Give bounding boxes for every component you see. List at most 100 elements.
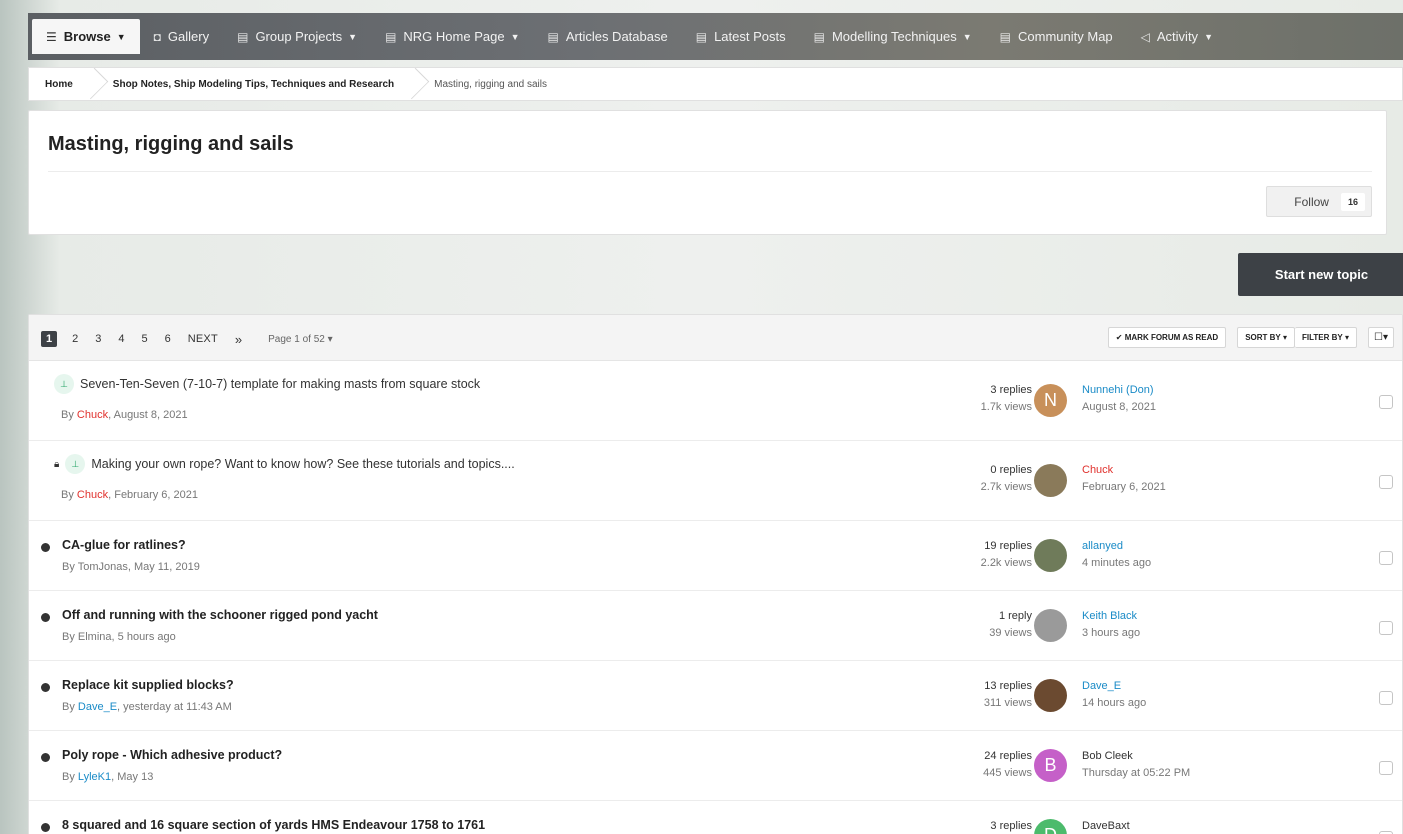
topic-author-link[interactable]: TomJonas	[78, 561, 128, 573]
nav-item-modelling-techniques[interactable]: ▤ Modelling Techniques ▼	[800, 19, 986, 54]
topic-title-link[interactable]: Making your own rope? Want to know how? …	[91, 457, 514, 471]
topic-title-link[interactable]: Off and running with the schooner rigged…	[62, 608, 378, 622]
last-post-info: Dave_E 14 hours ago	[1082, 678, 1146, 712]
last-poster-link[interactable]: allanyed	[1082, 538, 1151, 555]
nav-item-activity[interactable]: ◁ Activity ▼	[1127, 19, 1227, 54]
filter-by-label: FILTER BY	[1302, 333, 1343, 342]
page: ☰ Browse ▼ ◘ Gallery ▤ Group Projects ▼ ▤ NRG Hom…	[16, 0, 1403, 834]
topic-select-checkbox[interactable]	[1379, 551, 1393, 565]
nav-item-label: Gallery	[167, 29, 210, 44]
list-icon: ☰	[46, 29, 57, 44]
avatar-initial: B	[1044, 755, 1057, 775]
topic-row: Replace kit supplied blocks? By Dave_E, y…	[29, 661, 1402, 731]
topic-author-link[interactable]: Elmina	[78, 631, 112, 643]
topic-row: ⊥ Seven-Ten-Seven (7-10-7) template for m…	[29, 361, 1402, 441]
avatar[interactable]	[1034, 679, 1067, 712]
reply-count: 19 replies	[984, 540, 1032, 552]
caret-down-icon: ▼	[510, 31, 520, 42]
last-poster-link[interactable]: Chuck	[1082, 462, 1166, 479]
page-link-5[interactable]: 5	[142, 333, 148, 345]
nav-item-browse[interactable]: ☰ Browse ▼	[32, 19, 140, 54]
topic-title-link[interactable]: CA-glue for ratlines?	[62, 538, 186, 552]
topic-byline: By LyleK1, May 13	[62, 771, 154, 783]
nav-item-group-projects[interactable]: ▤ Group Projects ▼	[223, 19, 371, 54]
next-page-link[interactable]: NEXT	[188, 333, 218, 345]
checkbox-icon: ☐▾	[1374, 332, 1388, 343]
topic-select-checkbox[interactable]	[1379, 761, 1393, 775]
start-new-topic-button[interactable]: Start new topic	[1238, 253, 1403, 296]
topic-select-checkbox[interactable]	[1379, 691, 1393, 705]
last-post-info: Chuck February 6, 2021	[1082, 462, 1166, 496]
reply-count: 3 replies	[990, 820, 1032, 832]
mark-forum-read-button[interactable]: ✔ MARK FORUM AS READ	[1107, 327, 1227, 348]
topic-title: Poly rope - Which adhesive product?	[62, 748, 282, 762]
breadcrumb-parent[interactable]: Shop Notes, Ship Modeling Tips, Techniqu…	[97, 68, 408, 100]
topic-title-link[interactable]: Seven-Ten-Seven (7-10-7) template for ma…	[80, 377, 480, 391]
last-post-info: allanyed 4 minutes ago	[1082, 538, 1151, 572]
last-post-date: 4 minutes ago	[1082, 557, 1152, 569]
filter-by-button[interactable]: FILTER BY ▾	[1295, 327, 1358, 348]
last-page-link[interactable]: »	[235, 332, 242, 347]
topic-select-checkbox[interactable]	[1379, 475, 1393, 489]
topic-stats: 0 replies 2.7k views	[981, 462, 1032, 496]
reply-count: 13 replies	[984, 680, 1032, 692]
avatar[interactable]	[1034, 464, 1067, 497]
view-count: 2.2k views	[980, 557, 1032, 569]
topic-author-link[interactable]: Chuck	[77, 409, 108, 421]
caret-down-icon: ▼	[962, 31, 972, 42]
topic-date: yesterday at 11:43 AM	[123, 701, 232, 713]
page-jump-dropdown[interactable]: Page 1 of 52 ▾	[268, 334, 333, 345]
avatar[interactable]	[1034, 609, 1067, 642]
nav-item-gallery[interactable]: ◘ Gallery	[140, 19, 223, 54]
topic-author-link[interactable]: Chuck	[77, 489, 108, 501]
document-icon: ▤	[813, 29, 825, 44]
select-all-dropdown[interactable]: ☐▾	[1368, 327, 1394, 348]
last-poster-link[interactable]: Keith Black	[1082, 608, 1140, 625]
last-post-info: Nunnehi (Don) August 8, 2021	[1082, 382, 1156, 416]
nav-item-latest-posts[interactable]: ▤ Latest Posts	[682, 19, 800, 54]
page-link-4[interactable]: 4	[118, 333, 124, 345]
nav-item-nrg-home-page[interactable]: ▤ NRG Home Page ▼	[371, 19, 533, 54]
document-icon: ▤	[385, 29, 397, 44]
page-link-3[interactable]: 3	[95, 333, 101, 345]
topic-title: CA-glue for ratlines?	[62, 538, 186, 552]
last-poster-link[interactable]: Dave_E	[1082, 678, 1146, 695]
topic-title-link[interactable]: Replace kit supplied blocks?	[62, 678, 234, 692]
topic-row: Poly rope - Which adhesive product? By Ly…	[29, 731, 1402, 801]
avatar[interactable]: D	[1034, 819, 1067, 834]
avatar[interactable]: N	[1034, 384, 1067, 417]
view-count: 39 views	[989, 627, 1032, 639]
page-link-2[interactable]: 2	[72, 333, 78, 345]
follow-button[interactable]: Follow 16	[1266, 186, 1372, 217]
page-link-6[interactable]: 6	[165, 333, 171, 345]
nav-item-articles-database[interactable]: ▤ Articles Database	[533, 19, 681, 54]
last-poster-link[interactable]: Bob Cleek	[1082, 748, 1190, 765]
topic-title-link[interactable]: Poly rope - Which adhesive product?	[62, 748, 282, 762]
topic-title: Replace kit supplied blocks?	[62, 678, 234, 692]
unread-dot-icon	[41, 683, 50, 692]
topic-stats: 3 replies 1.7k views	[981, 382, 1032, 416]
topic-author-link[interactable]: Dave_E	[78, 701, 117, 713]
topic-row: CA-glue for ratlines? By TomJonas, May 11…	[29, 521, 1402, 591]
topic-title: Off and running with the schooner rigged…	[62, 608, 378, 622]
last-poster-link[interactable]: DaveBaxt	[1082, 818, 1130, 834]
pagination-bar: 1 2 3 4 5 6 NEXT » Page 1 of 52 ▾ ✔ MARK FORUM A…	[29, 315, 1402, 361]
topic-title-link[interactable]: 8 squared and 16 square section of yards…	[62, 818, 485, 832]
nav-item-community-map[interactable]: ▤ Community Map	[986, 19, 1127, 54]
avatar[interactable]: B	[1034, 749, 1067, 782]
breadcrumb-current: Masting, rigging and sails	[434, 78, 547, 90]
last-poster-link[interactable]: Nunnehi (Don)	[1082, 382, 1156, 399]
nav-item-label: Articles Database	[565, 29, 668, 44]
topic-title: ⊥ Seven-Ten-Seven (7-10-7) template for m…	[54, 374, 480, 394]
topic-select-checkbox[interactable]	[1379, 395, 1393, 409]
page-link-1[interactable]: 1	[41, 331, 58, 347]
topic-select-checkbox[interactable]	[1379, 621, 1393, 635]
follow-count-badge: 16	[1340, 192, 1365, 211]
view-count: 445 views	[983, 767, 1032, 779]
sort-by-button[interactable]: SORT BY ▾	[1237, 327, 1296, 348]
topic-list: 1 2 3 4 5 6 NEXT » Page 1 of 52 ▾ ✔ MARK FORUM A…	[28, 314, 1403, 834]
unread-dot-icon	[41, 543, 50, 552]
avatar[interactable]	[1034, 539, 1067, 572]
topic-author-link[interactable]: LyleK1	[78, 771, 111, 783]
sort-by-label: SORT BY	[1245, 333, 1281, 342]
